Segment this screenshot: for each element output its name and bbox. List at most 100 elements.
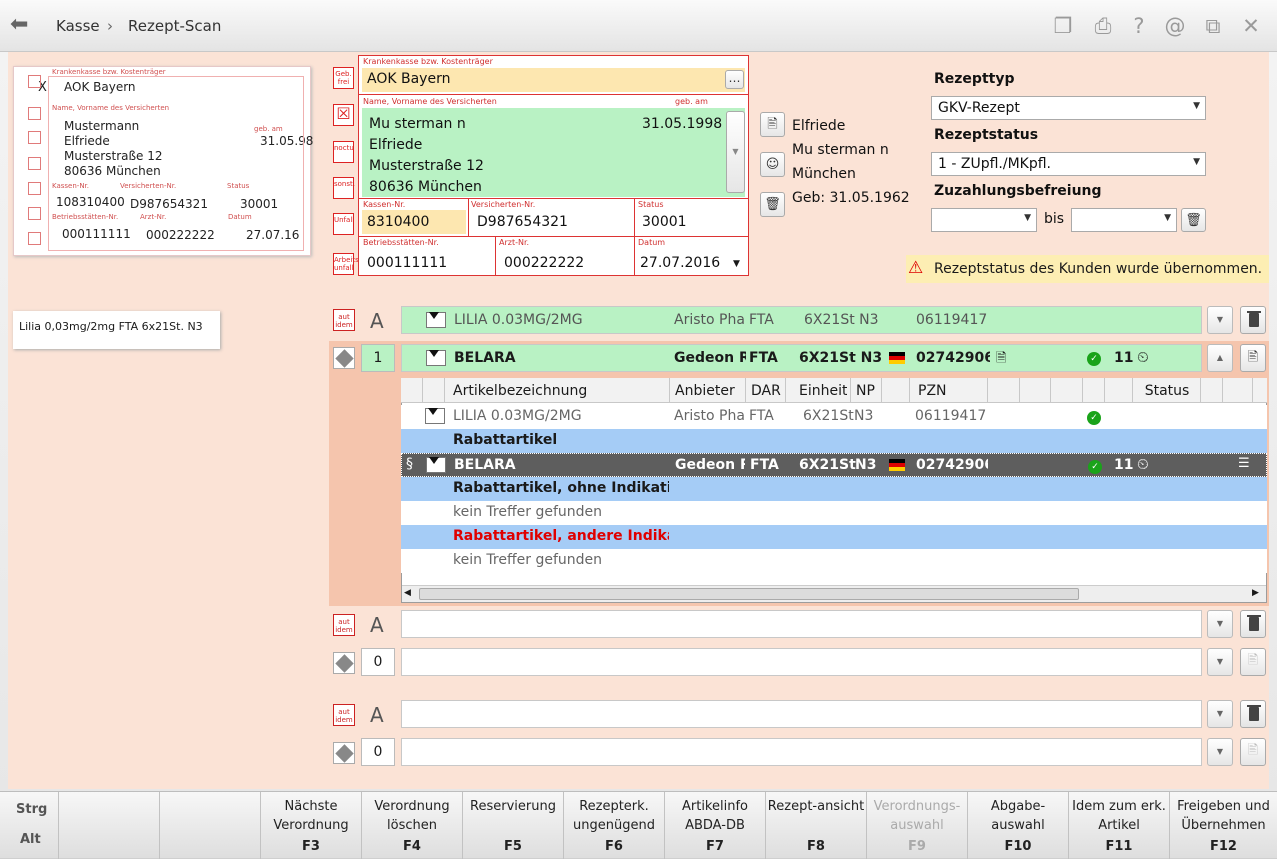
zuzahlung-delete-button[interactable]: 🗑 — [1181, 208, 1206, 232]
line1-dropdown-button[interactable]: ▼ — [1207, 306, 1233, 334]
close-icon[interactable]: ✕ — [1238, 13, 1264, 39]
fkey-f5-reservierung[interactable]: Reservierung F5 — [462, 792, 563, 859]
breadcrumb-kasse[interactable]: Kasse — [56, 17, 100, 35]
status-value[interactable]: 30001 — [642, 214, 687, 230]
line4-article-field[interactable] — [401, 700, 1202, 728]
group-label: Rabattartikel — [453, 432, 558, 448]
scroll-left-icon[interactable]: ◀ — [404, 588, 411, 598]
kassennr-field[interactable]: 8310400 — [362, 210, 466, 234]
group-label: Rabattartikel, ohne Indikationen — [453, 480, 669, 496]
fkey-f12-freigeben[interactable]: Freigeben und Übernehmen F12 — [1169, 792, 1277, 859]
grid-row-lilia[interactable]: LILIA 0.03MG/2MG Aristo Pharma FTA 6X21S… — [401, 405, 1267, 429]
line1-article-field[interactable]: LILIA 0.03MG/2MG Aristo Pharma FTA 6X21S… — [401, 306, 1202, 334]
customer-person-icon[interactable]: ☺ — [760, 152, 785, 177]
line4-qty[interactable]: 0 — [361, 738, 395, 766]
fkey-f1[interactable] — [58, 792, 159, 859]
col-artikelbezeichnung[interactable]: Artikelbezeichnung — [453, 383, 587, 399]
scrollbar-thumb[interactable] — [419, 588, 1079, 600]
line2-collapse-button[interactable]: ▲ — [1207, 344, 1233, 372]
customer-card-icon[interactable]: 🖹 — [760, 112, 785, 137]
grid-group-ohne-indikationen[interactable]: Rabattartikel, ohne Indikationen — [401, 477, 1267, 501]
noctu-checkbox[interactable]: noctu — [333, 141, 354, 163]
zuzahlung-von-select[interactable]: ▼ — [931, 208, 1037, 232]
line4b-article-field[interactable] — [401, 738, 1202, 766]
line3b-dropdown-button[interactable]: ▼ — [1207, 648, 1233, 676]
kasse-lookup-button[interactable]: … — [725, 70, 744, 89]
line3b-article-field[interactable] — [401, 648, 1202, 676]
fkey-f3-naechste-verordnung[interactable]: Nächste Verordnung F3 — [260, 792, 361, 859]
line3-dropdown-button[interactable]: ▼ — [1207, 610, 1233, 638]
strg-label[interactable]: Strg — [16, 802, 47, 817]
warning-icon: ⚠ — [908, 258, 924, 278]
col-einheit[interactable]: Einheit — [799, 383, 847, 399]
fkey-f11-idem[interactable]: Idem zum erk. Artikel F11 — [1068, 792, 1169, 859]
line4b-dropdown-button[interactable]: ▼ — [1207, 738, 1233, 766]
scroll-right-icon[interactable]: ▶ — [1252, 588, 1259, 598]
exit-window-icon[interactable]: ⧉ — [1200, 13, 1226, 39]
help-icon[interactable]: ? — [1126, 13, 1152, 39]
patient-field[interactable]: Mu sterman n 31.05.1998 Elfriede Musters… — [362, 108, 745, 197]
patient-strasse: Musterstraße 12 — [369, 158, 484, 174]
versnr-value[interactable]: D987654321 — [477, 214, 568, 230]
line3-qty[interactable]: 0 — [361, 648, 395, 676]
arztnr-value[interactable]: 000222222 — [504, 255, 584, 271]
gebuehrenpflichtig-checkbox[interactable]: ☒ — [333, 104, 354, 126]
name-label: Name, Vorname des Versicherten — [363, 97, 497, 106]
arbeitsunfall-checkbox[interactable]: Arbeits unfall — [333, 253, 359, 275]
patient-scroll-button[interactable]: ▼ — [726, 111, 745, 193]
rezepttyp-select[interactable]: GKV-Rezept ▼ — [931, 96, 1206, 120]
datum-dropdown-icon[interactable]: ▼ — [733, 259, 740, 269]
bsnr-value[interactable]: 000111111 — [367, 255, 447, 271]
line2-details-button[interactable]: 🖹 — [1240, 344, 1266, 372]
grid-row-belara-selected[interactable]: § BELARA Gedeon Richter FTA 6X21St N3 02… — [401, 453, 1267, 477]
unfall-checkbox[interactable]: Unfall — [333, 213, 354, 235]
grid-group-rabattartikel[interactable]: Rabattartikel — [401, 429, 1267, 453]
fkey-f10-abgabeauswahl[interactable]: Abgabe-auswahl F10 — [967, 792, 1068, 859]
kasse-field[interactable]: AOK Bayern … — [362, 68, 745, 92]
zuzahlung-bis-select[interactable]: ▼ — [1071, 208, 1177, 232]
fkey-f6-rezepterk-ungenuegend[interactable]: Rezepterk. ungenügend F6 — [563, 792, 664, 859]
verordnung-diamond-icon[interactable] — [333, 347, 355, 369]
line3-details-button[interactable]: 🖹 — [1240, 648, 1266, 676]
fkey-f7-artikelinfo[interactable]: Artikelinfo ABDA-DB F7 — [664, 792, 765, 859]
col-anbieter[interactable]: Anbieter — [675, 383, 735, 399]
aut-idem-icon[interactable]: aut idem — [333, 704, 355, 726]
grid-group-andere-indikationen[interactable]: Rabattartikel, andere Indikationen — [401, 525, 1267, 549]
print-icon[interactable]: ⎙ — [1090, 13, 1116, 39]
fkey-f4-verordnung-loeschen[interactable]: Verordnung löschen F4 — [361, 792, 462, 859]
copy-icon[interactable]: ❐ — [1050, 13, 1076, 39]
line3-article-field[interactable] — [401, 610, 1202, 638]
alt-label[interactable]: Alt — [20, 832, 41, 847]
rezeptstatus-select[interactable]: 1 - ZUpfl./MKpfl. ▼ — [931, 152, 1206, 176]
document-icon[interactable]: 🗎 — [996, 349, 1006, 371]
col-dar[interactable]: DAR — [751, 383, 781, 399]
horizontal-scrollbar[interactable]: ◀ ▶ — [402, 585, 1266, 602]
rezepttyp-value: GKV-Rezept — [938, 100, 1020, 116]
fkey-f9-verordnungsauswahl[interactable]: Verordnungs-auswahl F9 — [866, 792, 967, 859]
line2-qty[interactable]: 1 — [361, 344, 395, 372]
line4-delete-button[interactable] — [1240, 700, 1266, 728]
datum-value[interactable]: 27.07.2016 — [640, 255, 720, 271]
fkey-f8-rezeptansicht[interactable]: Rezept-ansicht F8 — [765, 792, 866, 859]
verordnung-diamond-icon[interactable] — [333, 652, 355, 674]
aut-idem-icon[interactable]: aut idem — [333, 309, 355, 331]
line4-details-button[interactable]: 🖹 — [1240, 738, 1266, 766]
customer-delete-icon[interactable]: 🗑 — [760, 192, 785, 217]
geb-frei-checkbox[interactable]: Geb. frei — [333, 67, 354, 89]
verordnung-diamond-icon[interactable] — [333, 742, 355, 764]
sonstige-checkbox[interactable]: sonst. — [333, 177, 355, 199]
fkey-f2[interactable] — [159, 792, 260, 859]
col-pzn[interactable]: PZN — [918, 383, 947, 399]
customer-geb: Geb: 31.05.1962 — [792, 190, 910, 206]
col-np[interactable]: NP — [856, 383, 875, 399]
patient-geb: 31.05.1998 — [642, 116, 723, 132]
email-icon[interactable]: @ — [1162, 13, 1188, 39]
line3-delete-button[interactable] — [1240, 610, 1266, 638]
back-arrow-icon[interactable]: ⬅ — [10, 14, 40, 36]
col-status[interactable]: Status — [1133, 383, 1201, 399]
prescription-scan-image[interactable]: Krankenkasse bzw. Kostenträger AOK Bayer… — [13, 66, 313, 256]
aut-idem-icon[interactable]: aut idem — [333, 614, 355, 636]
line2-article-field[interactable]: BELARA Gedeon Richter FTA 6X21St N3 0274… — [401, 344, 1202, 372]
line4-dropdown-button[interactable]: ▼ — [1207, 700, 1233, 728]
line1-delete-button[interactable] — [1240, 306, 1266, 334]
